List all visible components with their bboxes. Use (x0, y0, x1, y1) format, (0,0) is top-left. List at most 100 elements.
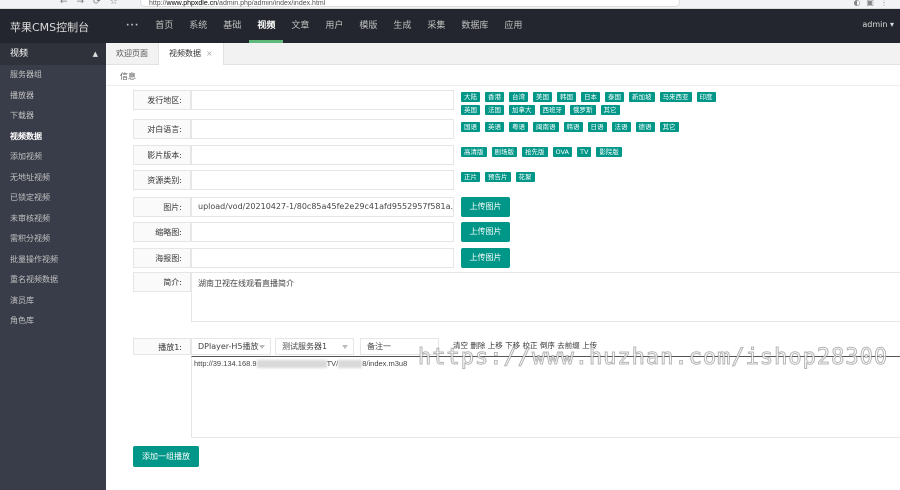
nav-collect[interactable]: 采集 (419, 9, 453, 43)
nav-article[interactable]: 文章 (283, 9, 317, 43)
pic-label: 图片: (133, 197, 191, 217)
state-input[interactable] (191, 170, 454, 190)
sidebar-section-video[interactable]: 视频 ▲ (0, 43, 106, 65)
lang-chip[interactable]: 日语 (587, 122, 607, 132)
nav-template[interactable]: 模版 (351, 9, 385, 43)
nav-database[interactable]: 数据库 (453, 9, 496, 43)
area-chip[interactable]: 加拿大 (509, 105, 535, 115)
sidebar-item-points-video[interactable]: 需积分视频 (0, 229, 106, 250)
area-chip[interactable]: 法国 (485, 105, 504, 115)
add-play-group-button[interactable]: 添加一组播放 (133, 446, 199, 467)
nav-generate[interactable]: 生成 (385, 9, 419, 43)
sidebar-item-no-url-video[interactable]: 无地址视频 (0, 168, 106, 189)
play-url-end: 8/index.m3u8 (362, 359, 408, 368)
address-bar[interactable]: http://www.phpxdle.cn/admin.php/admin/in… (140, 0, 680, 7)
area-label: 发行地区: (133, 90, 191, 110)
sidebar: 视频 ▲ 服务器组 播放器 下载器 视频数据 添加视频 无地址视频 已锁定视频 … (0, 43, 106, 490)
sidebar-item-duplicate-video[interactable]: 重名视频数据 (0, 270, 106, 291)
player-select[interactable]: DPlayer-H5播放 (191, 338, 271, 355)
upload-pic-button[interactable]: 上传图片 (461, 197, 510, 217)
area-chip[interactable]: 美国 (533, 92, 552, 102)
server-select[interactable]: 测试服务器1 (275, 338, 354, 355)
area-chip[interactable]: 印度 (696, 92, 716, 102)
poster-label: 海报图: (133, 248, 191, 268)
sidebar-item-locked-video[interactable]: 已锁定视频 (0, 188, 106, 209)
nav-apps[interactable]: 应用 (496, 9, 530, 43)
menu-toggle-icon[interactable]: ··· (118, 9, 147, 43)
lang-chip[interactable]: 韩语 (563, 122, 583, 132)
pic-input[interactable]: upload/vod/20210427-1/80c85a45fe2e29c41a… (191, 197, 454, 217)
lang-chip[interactable]: 其它 (659, 122, 679, 132)
sidebar-item-downloader[interactable]: 下载器 (0, 106, 106, 127)
area-chip[interactable]: 新加坡 (629, 92, 655, 102)
poster-input[interactable] (191, 248, 454, 268)
lang-chip[interactable]: 粤语 (509, 122, 528, 132)
state-chip[interactable]: 正片 (461, 172, 480, 182)
lang-input[interactable] (191, 119, 454, 139)
upload-thumb-button[interactable]: 上传图片 (461, 222, 510, 242)
version-chip[interactable]: 抢先版 (522, 147, 548, 157)
nav-user[interactable]: 用户 (317, 9, 351, 43)
play-label: 播放1: (133, 338, 191, 355)
upload-poster-button[interactable]: 上传图片 (461, 248, 510, 268)
top-header: 苹果CMS控制台 ··· 首页 系统 基础 视频 文章 用户 模版 生成 采集 … (0, 9, 900, 43)
version-chips: 高清版 剧场版 抢先版 OVA TV 影院版 (461, 147, 721, 157)
tab-info[interactable]: 信息 (120, 71, 136, 82)
area-chips: 大陆 香港 台湾 美国 韩国 日本 泰国 新加坡 马来西亚 印度 英国 法国 加… (461, 92, 721, 115)
lang-chip[interactable]: 法语 (611, 122, 631, 132)
browser-nav-icons[interactable]: ←→⟳☆ (60, 0, 127, 7)
version-chip[interactable]: 影院版 (596, 147, 622, 157)
area-chip[interactable]: 俄罗斯 (570, 105, 596, 115)
lang-label: 对白语言: (133, 119, 191, 139)
area-chip[interactable]: 台湾 (509, 92, 528, 102)
state-chip[interactable]: 预告片 (485, 172, 511, 182)
sidebar-item-player[interactable]: 播放器 (0, 86, 106, 107)
nav-system[interactable]: 系统 (181, 9, 215, 43)
area-chip[interactable]: 韩国 (557, 92, 576, 102)
lang-chip[interactable]: 国语 (461, 122, 480, 132)
area-chip[interactable]: 马来西亚 (659, 92, 692, 102)
area-chip[interactable]: 大陆 (461, 92, 480, 102)
tab-video-data-label: 视频数据 (169, 49, 201, 58)
area-input[interactable] (191, 90, 454, 110)
thumb-label: 缩略图: (133, 222, 191, 242)
nav-video[interactable]: 视频 (249, 9, 284, 43)
area-chip[interactable]: 香港 (485, 92, 504, 102)
area-chip[interactable]: 英国 (461, 105, 480, 115)
tab-welcome[interactable]: 欢迎页面 (106, 43, 159, 65)
watermark-text: https://www.huzhan.com/ishop28300 (417, 345, 889, 371)
intro-textarea[interactable]: 湖南卫视在线观看直播简介 (191, 272, 900, 322)
area-chip[interactable]: 日本 (581, 92, 600, 102)
browser-extension-icons[interactable]: ◐▣⋮ (853, 0, 894, 7)
divider (106, 85, 900, 86)
user-menu[interactable]: admin ▾ (862, 20, 894, 29)
area-chip[interactable]: 西班牙 (539, 105, 565, 115)
url-host: www.phpxdle.cn (166, 0, 218, 7)
sidebar-item-unreviewed-video[interactable]: 未审核视频 (0, 209, 106, 230)
sidebar-item-add-video[interactable]: 添加视频 (0, 147, 106, 168)
lang-chip[interactable]: 英语 (485, 122, 504, 132)
sidebar-item-servers[interactable]: 服务器组 (0, 65, 106, 86)
thumb-input[interactable] (191, 222, 454, 242)
top-nav: ··· 首页 系统 基础 视频 文章 用户 模版 生成 采集 数据库 应用 (118, 9, 530, 43)
lang-chip[interactable]: 闽南语 (533, 122, 559, 132)
sidebar-item-roles[interactable]: 角色库 (0, 311, 106, 332)
sidebar-item-actors[interactable]: 演员库 (0, 291, 106, 312)
sidebar-item-video-data[interactable]: 视频数据 (0, 127, 106, 148)
redacted-region (338, 360, 363, 369)
version-chip[interactable]: 剧场版 (491, 147, 517, 157)
area-chip[interactable]: 其它 (600, 105, 620, 115)
close-icon[interactable]: × (206, 49, 213, 58)
state-chip[interactable]: 花絮 (515, 172, 535, 182)
version-input[interactable] (191, 145, 454, 165)
version-chip[interactable]: OVA (552, 147, 572, 157)
version-chip[interactable]: 高清版 (461, 147, 487, 157)
version-chip[interactable]: TV (576, 147, 592, 157)
tab-video-data[interactable]: 视频数据 × (159, 43, 224, 65)
nav-basic[interactable]: 基础 (215, 9, 249, 43)
sidebar-item-batch-video[interactable]: 批量操作视频 (0, 250, 106, 271)
lang-chip[interactable]: 德语 (635, 122, 655, 132)
nav-home[interactable]: 首页 (147, 9, 181, 43)
sidebar-section-label: 视频 (10, 49, 29, 59)
area-chip[interactable]: 泰国 (605, 92, 624, 102)
